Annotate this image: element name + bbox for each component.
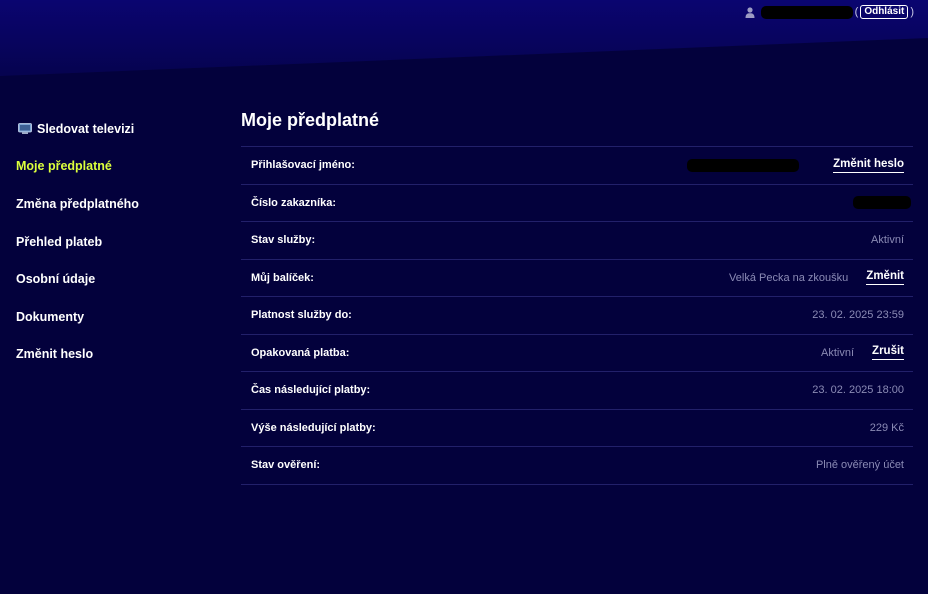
subscription-table: Přihlašovací jméno: Změnit heslo Číslo z…	[241, 146, 913, 485]
row-label: Číslo zakazníka:	[251, 196, 336, 209]
sidebar-item-label: Moje předplatné	[16, 159, 112, 174]
table-row-recurring-payment: Opakovaná platba: Aktivní Zrušit	[241, 335, 913, 372]
sidebar-item-payments[interactable]: Přehled plateb	[16, 223, 216, 261]
table-row-next-payment-amount: Výše následující platby: 229 Kč	[241, 410, 913, 447]
sidebar-item-personal-info[interactable]: Osobní údaje	[16, 260, 216, 298]
table-row-login: Přihlašovací jméno: Změnit heslo	[241, 147, 913, 185]
redacted-customer-number	[853, 196, 911, 210]
sidebar-item-label: Dokumenty	[16, 309, 85, 324]
row-right: Aktivní	[871, 234, 904, 246]
row-label: Můj balíček:	[251, 271, 314, 284]
user-bar: ( Odhlásit )	[745, 4, 914, 20]
row-right: Aktivní Zrušit	[821, 345, 904, 361]
page-title: Moje předplatné	[241, 110, 380, 130]
row-right: Změnit heslo	[687, 158, 904, 173]
paren-open: (	[854, 6, 859, 18]
redacted-username	[760, 5, 853, 19]
row-value: Aktivní	[821, 346, 855, 359]
sidebar-item-label: Sledovat televizi	[37, 121, 135, 136]
table-row-valid-until: Platnost služby do: 23. 02. 2025 23:59	[241, 297, 913, 335]
row-label: Čas následující platby:	[251, 384, 371, 397]
redacted-login-value	[687, 158, 800, 172]
sidebar-item-my-subscription[interactable]: Moje předplatné	[16, 148, 216, 186]
row-label: Přihlašovací jméno:	[251, 159, 355, 172]
sidebar-item-label: Osobní údaje	[16, 272, 96, 287]
table-row-verification: Stav ověření: Plně ověřený účet	[241, 447, 913, 485]
row-value: 229 Kč	[869, 421, 904, 434]
change-password-link[interactable]: Změnit heslo	[833, 158, 904, 173]
sidebar-item-watch-tv[interactable]: Sledovat televizi	[16, 110, 216, 148]
row-label: Opakovaná platba:	[251, 346, 350, 359]
row-right	[853, 196, 911, 210]
table-row-package: Můj balíček: Velká Pecka na zkoušku Změn…	[241, 260, 913, 297]
sidebar-item-label: Změnit heslo	[16, 347, 94, 362]
tv-icon	[18, 123, 32, 135]
table-row-next-payment-time: Čas následující platby: 23. 02. 2025 18:…	[241, 372, 913, 410]
row-value: 23. 02. 2025 23:59	[812, 309, 904, 322]
row-label: Stav ověření:	[251, 459, 321, 472]
sidebar-nav: Sledovat televizi Moje předplatné Změna …	[16, 110, 216, 373]
row-label: Stav služby:	[251, 234, 316, 247]
sidebar-item-change-subscription[interactable]: Změna předplatného	[16, 185, 216, 223]
row-value: Plně ověřený účet	[815, 459, 904, 472]
account-page: ( Odhlásit ) Sledovat televizi Moje před…	[0, 0, 928, 594]
sidebar-item-label: Přehled plateb	[16, 234, 103, 249]
logout-button[interactable]: Odhlásit	[860, 5, 909, 19]
main-content: Moje předplatné Přihlašovací jméno: Změn…	[241, 108, 913, 485]
table-row-service-status: Stav služby: Aktivní	[241, 222, 913, 260]
row-label: Výše následující platby:	[251, 421, 376, 434]
row-right: Plně ověřený účet	[816, 459, 904, 471]
cancel-recurring-link[interactable]: Zrušit	[872, 345, 904, 361]
row-value: Velká Pecka na zkoušku	[729, 271, 849, 284]
change-package-link[interactable]: Změnit	[866, 270, 904, 286]
user-icon	[745, 6, 755, 18]
sidebar-item-documents[interactable]: Dokumenty	[16, 298, 216, 336]
row-value: 23. 02. 2025 18:00	[812, 384, 904, 397]
paren-close: )	[910, 6, 914, 18]
row-right: Velká Pecka na zkoušku Změnit	[729, 270, 904, 286]
row-label: Platnost služby do:	[251, 309, 352, 322]
row-right: 23. 02. 2025 23:59	[812, 309, 904, 321]
sidebar-item-change-password[interactable]: Změnit heslo	[16, 336, 216, 374]
row-value: Aktivní	[870, 234, 904, 247]
table-row-customer-number: Číslo zakazníka:	[241, 185, 913, 222]
row-right: 229 Kč	[870, 422, 904, 434]
row-right: 23. 02. 2025 18:00	[812, 384, 904, 396]
sidebar-item-label: Změna předplatného	[16, 196, 139, 211]
